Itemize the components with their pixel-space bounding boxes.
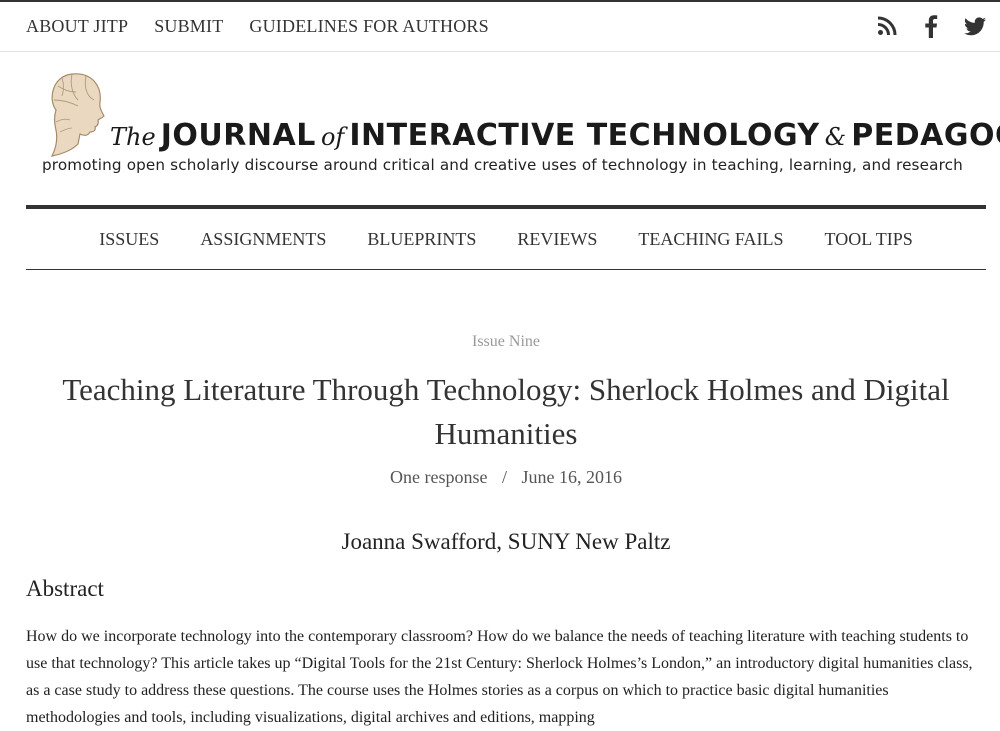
twitter-icon[interactable] <box>964 14 986 38</box>
facebook-icon[interactable] <box>920 14 942 38</box>
rss-icon[interactable] <box>876 14 898 38</box>
article-author: Joanna Swafford, SUNY New Paltz <box>341 529 671 554</box>
top-nav-about[interactable]: ABOUT JITP <box>26 16 128 37</box>
title-interactive-technology: INTERACTIVE TECHNOLOGY <box>349 118 820 153</box>
journal-tagline: promoting open scholarly discourse aroun… <box>42 156 963 174</box>
nav-assignments[interactable]: ASSIGNMENTS <box>200 229 326 250</box>
top-nav-guidelines[interactable]: GUIDELINES FOR AUTHORS <box>249 16 488 37</box>
nav-tool-tips[interactable]: TOOL TIPS <box>825 229 913 250</box>
article-meta: One response / June 16, 2016 <box>0 467 1000 488</box>
masthead: The JOURNAL of INTERACTIVE TECHNOLOGY & … <box>0 52 1000 202</box>
meta-separator: / <box>501 467 507 487</box>
nav-teaching-fails[interactable]: TEACHING FAILS <box>638 229 783 250</box>
main-nav: ISSUES ASSIGNMENTS BLUEPRINTS REVIEWS TE… <box>26 205 986 270</box>
top-nav-submit[interactable]: SUBMIT <box>154 16 223 37</box>
nav-issues[interactable]: ISSUES <box>99 229 159 250</box>
publish-date: June 16, 2016 <box>521 467 623 487</box>
journal-title[interactable]: The JOURNAL of INTERACTIVE TECHNOLOGY & … <box>110 118 1000 153</box>
abstract-heading: Abstract <box>26 576 104 601</box>
nav-blueprints[interactable]: BLUEPRINTS <box>367 229 476 250</box>
issue-link[interactable]: Issue Nine <box>0 333 1000 351</box>
title-pedagogy: PEDAGOGY <box>851 118 1000 153</box>
abstract-text: How do we incorporate technology into th… <box>26 628 973 726</box>
nav-reviews[interactable]: REVIEWS <box>517 229 597 250</box>
title-the: The <box>110 123 156 151</box>
top-nav: ABOUT JITP SUBMIT GUIDELINES FOR AUTHORS <box>26 16 489 37</box>
social-links <box>876 14 986 38</box>
title-journal: JOURNAL <box>160 118 316 153</box>
top-bar: ABOUT JITP SUBMIT GUIDELINES FOR AUTHORS <box>0 0 1000 52</box>
phrenology-head-logo[interactable] <box>42 70 108 165</box>
title-of: of <box>320 123 345 151</box>
article-title: Teaching Literature Through Technology: … <box>62 372 950 451</box>
responses-link[interactable]: One response <box>390 467 487 487</box>
title-ampersand: & <box>824 123 847 151</box>
